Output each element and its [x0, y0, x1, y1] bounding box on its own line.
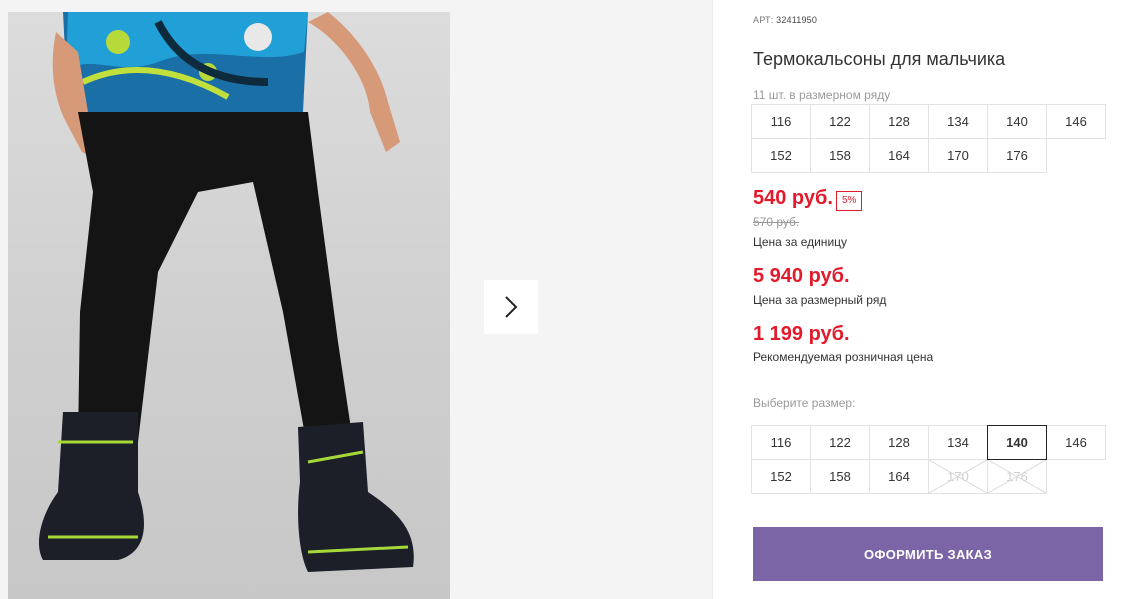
place-order-button[interactable]: ОФОРМИТЬ ЗАКАЗ	[753, 527, 1103, 581]
size-option[interactable]: 128	[869, 425, 929, 460]
retail-price-caption: Рекомендуемая розничная цена	[753, 350, 934, 364]
old-price: 570 руб.	[753, 215, 800, 229]
product-info-panel: АРТ: 32411950 Термокальсоны для мальчика…	[713, 0, 1135, 599]
pack-size-cell: 134	[928, 104, 988, 139]
pack-price-caption: Цена за размерный ряд	[753, 293, 887, 307]
article-value: 32411950	[776, 15, 818, 25]
product-title: Термокальсоны для мальчика	[753, 49, 1006, 69]
choose-size-label: Выберите размер:	[753, 396, 856, 410]
size-option[interactable]: 122	[810, 425, 870, 460]
size-option-unavailable: 176	[987, 459, 1047, 494]
pack-size-cell: 158	[810, 138, 870, 173]
pack-size-cell: 146	[1046, 104, 1106, 139]
unavailable-cross-icon	[929, 460, 987, 493]
pack-size-cell: 140	[987, 104, 1047, 139]
pack-size-cell: 116	[751, 104, 811, 139]
size-option[interactable]: 134	[928, 425, 988, 460]
gallery-next-button[interactable]	[484, 280, 538, 334]
pack-size-cell: 164	[869, 138, 929, 173]
article-label: АРТ:	[753, 15, 774, 25]
size-option-selected[interactable]: 140	[987, 425, 1047, 460]
product-gallery	[0, 0, 713, 599]
pack-size-cell: 128	[869, 104, 929, 139]
size-option[interactable]: 152	[751, 459, 811, 494]
pack-size-cell: 122	[810, 104, 870, 139]
unit-price-caption: Цена за единицу	[753, 235, 848, 249]
size-option[interactable]: 116	[751, 425, 811, 460]
pack-size-note: 11 шт. в размерном ряду	[753, 88, 891, 102]
unavailable-cross-icon	[988, 460, 1046, 493]
unit-price: 540 руб.	[753, 187, 833, 209]
size-option[interactable]: 158	[810, 459, 870, 494]
size-option-unavailable: 170	[928, 459, 988, 494]
product-photo-illustration	[38, 12, 414, 572]
pack-price: 5 940 руб.	[753, 265, 850, 287]
pack-size-cell: 152	[751, 138, 811, 173]
article-number: АРТ: 32411950	[753, 15, 817, 25]
size-option[interactable]: 146	[1046, 425, 1106, 460]
chevron-right-icon	[505, 296, 518, 318]
size-option[interactable]: 164	[869, 459, 929, 494]
pack-size-cell: 176	[987, 138, 1047, 173]
pack-size-cell: 170	[928, 138, 988, 173]
retail-price: 1 199 руб.	[753, 323, 850, 345]
discount-badge: 5%	[836, 191, 863, 211]
pack-size-grid: 116 122 128 134 140 146 152 158 164 170 …	[751, 104, 1106, 173]
size-selector: 116 122 128 134 140 146 152 158 164 170 …	[751, 425, 1106, 494]
product-photo	[8, 12, 450, 599]
